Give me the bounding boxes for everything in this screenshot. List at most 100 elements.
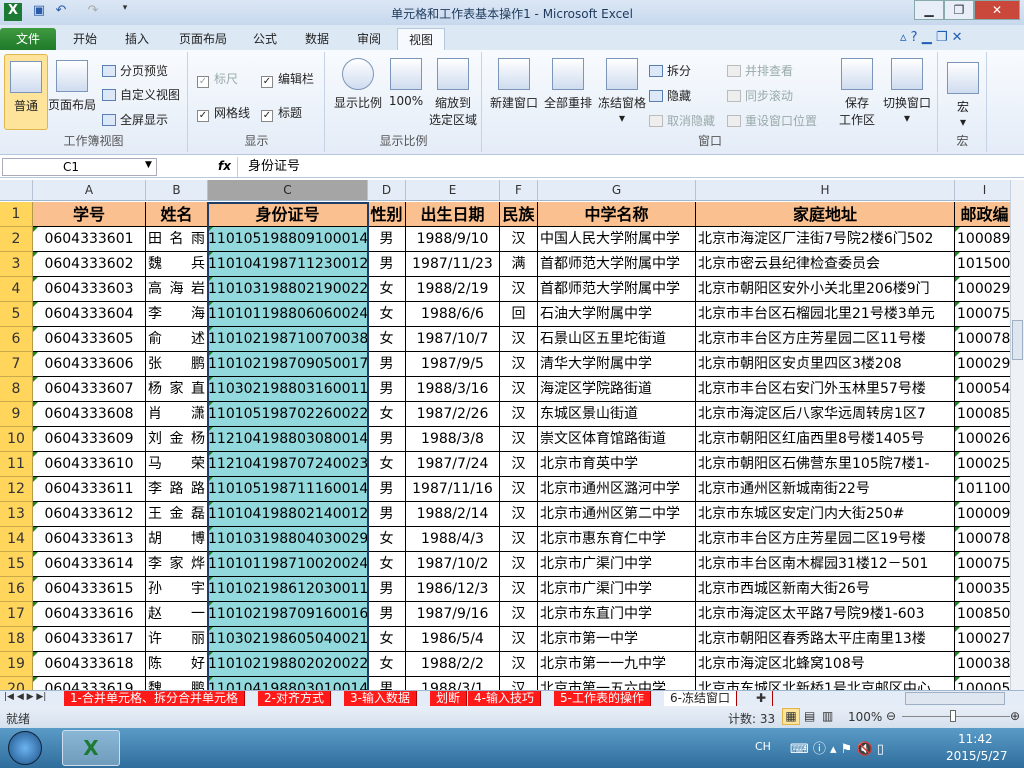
row-header[interactable]: 20 bbox=[0, 677, 33, 690]
cell-B[interactable]: 马荣 bbox=[146, 452, 208, 477]
cell-G[interactable]: 北京市东直门中学 bbox=[538, 602, 696, 627]
cell-C[interactable]: 110102198802020022 bbox=[208, 652, 368, 677]
cell-A[interactable]: 0604333613 bbox=[33, 527, 146, 552]
save-workspace-button[interactable]: 保存 工作区 bbox=[833, 58, 881, 128]
sheet-nav-arrows[interactable]: |◀ ◀ ▶ ▶| bbox=[4, 692, 46, 702]
cell-F[interactable]: 汉 bbox=[500, 377, 538, 402]
cell-B[interactable]: 魏兵 bbox=[146, 252, 208, 277]
row-header[interactable]: 15 bbox=[0, 552, 33, 577]
view-side-by-side-button[interactable]: 并排查看 bbox=[727, 62, 793, 79]
cell-A[interactable]: 0604333606 bbox=[33, 352, 146, 377]
cell-C[interactable]: 112104198707240023 bbox=[208, 452, 368, 477]
normal-view-icon[interactable]: ▦ bbox=[782, 708, 800, 725]
cell-E[interactable]: 1988/2/14 bbox=[406, 502, 500, 527]
cell-E[interactable]: 1987/11/23 bbox=[406, 252, 500, 277]
start-button[interactable] bbox=[8, 731, 42, 765]
new-window-button[interactable]: 新建窗口 bbox=[487, 58, 541, 111]
cell-H[interactable]: 北京市朝阳区石佛营东里105院7楼1- bbox=[696, 452, 955, 477]
cell-E[interactable]: 1988/3/16 bbox=[406, 377, 500, 402]
cell-F[interactable]: 汉 bbox=[500, 677, 538, 690]
cell-E[interactable]: 1986/12/3 bbox=[406, 577, 500, 602]
row-header[interactable]: 4 bbox=[0, 277, 33, 302]
cell-E[interactable]: 1987/10/2 bbox=[406, 552, 500, 577]
page-layout-view-icon[interactable]: ▤ bbox=[804, 709, 815, 723]
insert-function-button[interactable]: fx bbox=[218, 159, 231, 173]
cell-F[interactable]: 回 bbox=[500, 302, 538, 327]
arrange-all-button[interactable]: 全部重排 bbox=[541, 58, 595, 111]
cell-D[interactable]: 女 bbox=[368, 552, 406, 577]
column-header-B[interactable]: B bbox=[146, 180, 208, 201]
tab-page-layout[interactable]: 页面布局 bbox=[168, 28, 238, 50]
cell-G[interactable]: 北京市通州区第二中学 bbox=[538, 502, 696, 527]
tab-home[interactable]: 开始 bbox=[60, 28, 110, 50]
cell-C[interactable]: 110105198702260022 bbox=[208, 402, 368, 427]
cell-F[interactable]: 汉 bbox=[500, 352, 538, 377]
cell-E[interactable]: 1988/2/19 bbox=[406, 277, 500, 302]
cell-C[interactable]: 110101198710020024 bbox=[208, 552, 368, 577]
cell-D[interactable]: 男 bbox=[368, 227, 406, 252]
insert-sheet-icon[interactable]: ✚ bbox=[750, 691, 774, 707]
cell-A[interactable]: 0604333603 bbox=[33, 277, 146, 302]
cell-H[interactable]: 北京市海淀区太平路7号院9楼1-603 bbox=[696, 602, 955, 627]
cell-E[interactable]: 1986/5/4 bbox=[406, 627, 500, 652]
zoom-out-button[interactable]: ⊖ bbox=[886, 709, 896, 723]
scroll-thumb[interactable] bbox=[1012, 320, 1023, 360]
cell-C[interactable]: 110102198709050017 bbox=[208, 352, 368, 377]
cell-G[interactable]: 北京市第一一九中学 bbox=[538, 652, 696, 677]
cell-F[interactable]: 汉 bbox=[500, 527, 538, 552]
cell-D[interactable]: 女 bbox=[368, 652, 406, 677]
sheet-tab[interactable]: 3-输入数据 bbox=[344, 691, 417, 707]
column-header-A[interactable]: A bbox=[33, 180, 146, 201]
cell-D[interactable]: 男 bbox=[368, 477, 406, 502]
cell-I[interactable]: 100009 bbox=[955, 502, 1010, 527]
cell-F[interactable]: 汉 bbox=[500, 502, 538, 527]
cell-H[interactable]: 北京市密云县纪律检查委员会 bbox=[696, 252, 955, 277]
cell-A[interactable]: 0604333612 bbox=[33, 502, 146, 527]
cell-A[interactable]: 0604333607 bbox=[33, 377, 146, 402]
cell-F[interactable]: 汉 bbox=[500, 477, 538, 502]
cell-A[interactable]: 0604333602 bbox=[33, 252, 146, 277]
clock-time[interactable]: 11:42 bbox=[958, 732, 993, 746]
cell-F[interactable]: 满 bbox=[500, 252, 538, 277]
cell-D[interactable]: 女 bbox=[368, 302, 406, 327]
cell-F[interactable]: 汉 bbox=[500, 402, 538, 427]
cell-B[interactable]: 陈好 bbox=[146, 652, 208, 677]
tray-icons[interactable]: ⌨ ⓘ ▴ ⚑ 🔇 ▯ bbox=[790, 738, 884, 757]
freeze-panes-button[interactable]: 冻结窗格 ▾ bbox=[595, 58, 649, 125]
cell-F[interactable]: 汉 bbox=[500, 227, 538, 252]
row-header[interactable]: 9 bbox=[0, 402, 33, 427]
cell-H[interactable]: 北京市海淀区厂洼街7号院2楼6门502 bbox=[696, 227, 955, 252]
cell-F[interactable]: 汉 bbox=[500, 327, 538, 352]
custom-views-button[interactable]: 自定义视图 bbox=[102, 86, 180, 103]
zoom-button[interactable]: 显示比例 bbox=[330, 58, 386, 111]
cell-D[interactable]: 男 bbox=[368, 377, 406, 402]
cell-F[interactable]: 汉 bbox=[500, 452, 538, 477]
cell-H[interactable]: 北京市丰台区方庄芳星园二区11号楼 bbox=[696, 327, 955, 352]
cell-D[interactable]: 男 bbox=[368, 577, 406, 602]
cell-C[interactable]: 110105198809100014 bbox=[208, 227, 368, 252]
unhide-button[interactable]: 取消隐藏 bbox=[649, 112, 715, 129]
header-cell[interactable]: 邮政编 bbox=[955, 202, 1010, 227]
cell-A[interactable]: 0604333604 bbox=[33, 302, 146, 327]
cell-H[interactable]: 北京市朝阳区红庙西里8号楼1405号 bbox=[696, 427, 955, 452]
cell-C[interactable]: 110102198612030011 bbox=[208, 577, 368, 602]
row-header[interactable]: 19 bbox=[0, 652, 33, 677]
zoom-slider[interactable] bbox=[902, 716, 1010, 717]
cell-H[interactable]: 北京市朝阳区春秀路太平庄南里13楼 bbox=[696, 627, 955, 652]
cell-D[interactable]: 女 bbox=[368, 327, 406, 352]
tab-data[interactable]: 数据 bbox=[294, 28, 340, 50]
row-header[interactable]: 11 bbox=[0, 452, 33, 477]
cell-I[interactable]: 100005 bbox=[955, 677, 1010, 690]
row-header[interactable]: 13 bbox=[0, 502, 33, 527]
cell-H[interactable]: 北京市通州区新城南街22号 bbox=[696, 477, 955, 502]
cell-B[interactable]: 胡博 bbox=[146, 527, 208, 552]
formula-input[interactable]: 身份证号 bbox=[237, 157, 1022, 177]
cell-A[interactable]: 0604333610 bbox=[33, 452, 146, 477]
row-header[interactable]: 6 bbox=[0, 327, 33, 352]
cell-H[interactable]: 北京市东城区北新桥1号北京邮区中心 bbox=[696, 677, 955, 690]
cell-G[interactable]: 清华大学附属中学 bbox=[538, 352, 696, 377]
cell-E[interactable]: 1988/2/2 bbox=[406, 652, 500, 677]
cell-I[interactable]: 100027 bbox=[955, 627, 1010, 652]
cell-A[interactable]: 0604333601 bbox=[33, 227, 146, 252]
cell-B[interactable]: 孙宇 bbox=[146, 577, 208, 602]
